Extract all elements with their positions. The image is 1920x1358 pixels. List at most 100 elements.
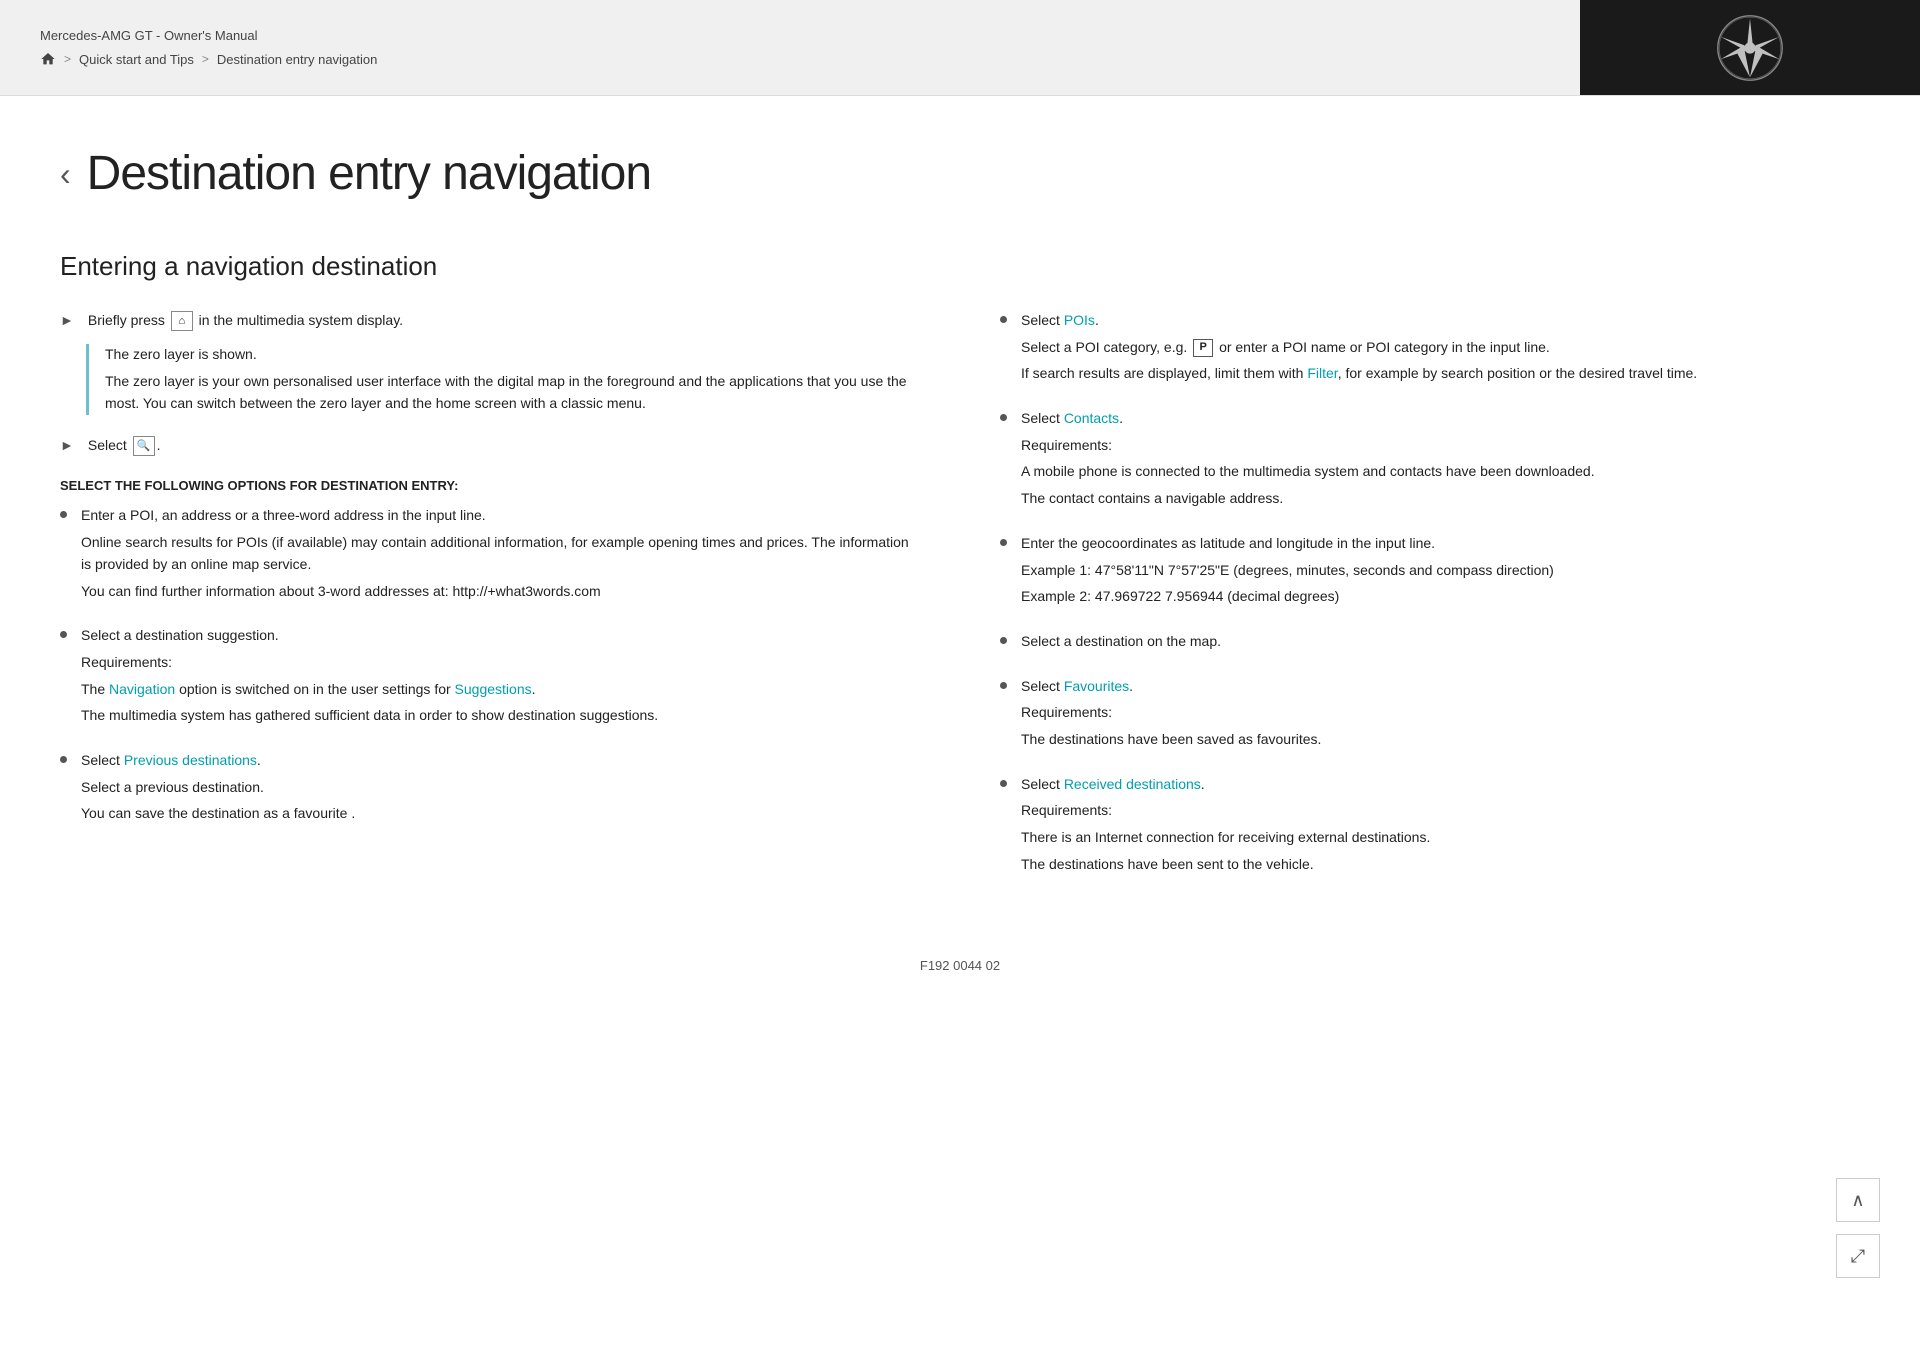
bullet-1-content: Enter a POI, an address or a three-word … [81,505,920,607]
right-bullet-dot-5 [1000,682,1007,689]
right-bullet3-sub2: Example 2: 47.969722 7.956944 (decimal d… [1021,586,1860,608]
footer-code: F192 0044 02 [920,958,1000,973]
breadcrumb-sep1: > [64,52,71,66]
logo-area [1580,0,1920,95]
step1-sub1: The zero layer is shown. [105,344,920,366]
right-bullet1-sub2-pre: If search results are displayed, limit t… [1021,365,1303,381]
bullet-dot-3 [60,756,67,763]
right-bullet2-req-label: Requirements: [1021,435,1860,457]
received-destinations-link[interactable]: Received destinations [1064,776,1201,792]
bullet-3-content: Select Previous destinations. Select a p… [81,750,920,830]
scroll-buttons: ∧ ⤢ [1836,1178,1880,1278]
bullet3-sub2: You can save the destination as a favour… [81,803,920,825]
right-bullet-list: Select POIs. Select a POI category, e.g.… [1000,310,1860,880]
right-bullet1-post: . [1095,312,1099,328]
bullet2-req2: The multimedia system has gathered suffi… [81,705,920,727]
step1-group: The zero layer is shown. The zero layer … [86,344,920,415]
right-bullet-3-content: Enter the geocoordinates as latitude and… [1021,533,1860,613]
right-bullet1-sub2: If search results are displayed, limit t… [1021,363,1860,385]
step1-sub2: The zero layer is your own personalised … [105,371,920,414]
bullet1-sub1: Online search results for POIs (if avail… [81,532,920,575]
right-bullet-dot-6 [1000,780,1007,787]
header: Mercedes-AMG GT - Owner's Manual > Quick… [0,0,1920,96]
right-column: Select POIs. Select a POI category, e.g.… [1000,310,1860,898]
breadcrumb: > Quick start and Tips > Destination ent… [40,51,1540,67]
navigation-link[interactable]: Navigation [109,681,175,697]
step2-content: Select 🔍. [88,435,920,463]
contacts-link[interactable]: Contacts [1064,410,1119,426]
bullet2-req1-end: . [532,681,536,697]
step1-content: Briefly press ⌂ in the multimedia system… [88,310,920,338]
right-bullet1-sub2-post: , for example by search position or the … [1338,365,1698,381]
home-icon[interactable] [40,51,56,67]
right-bullet4-main: Select a destination on the map. [1021,631,1860,653]
right-bullet1-main: Select POIs. [1021,310,1860,332]
suggestions-link[interactable]: Suggestions [455,681,532,697]
right-bullet-dot-2 [1000,414,1007,421]
right-bullet-item-5: Select Favourites. Requirements: The des… [1000,676,1860,756]
main-content: ‹ Destination entry navigation Entering … [0,96,1920,1093]
right-bullet2-req1: A mobile phone is connected to the multi… [1021,461,1860,483]
bullet-dot-1 [60,511,67,518]
breadcrumb-sep2: > [202,52,209,66]
step1-text-before: Briefly press [88,312,165,328]
bullet2-main: Select a destination suggestion. [81,625,920,647]
right-bullet1-sub1: Select a POI category, e.g. P or enter a… [1021,337,1860,359]
right-bullet-6-content: Select Received destinations. Requiremen… [1021,774,1860,881]
favourites-link[interactable]: Favourites [1064,678,1129,694]
left-column: ► Briefly press ⌂ in the multimedia syst… [60,310,920,898]
pois-link[interactable]: POIs [1064,312,1095,328]
step2-text: Select 🔍. [88,435,920,457]
page-title-row: ‹ Destination entry navigation [60,146,1860,201]
right-bullet1-sub1-pre: Select a POI category, e.g. [1021,339,1187,355]
expand-button[interactable]: ⤢ [1836,1234,1880,1278]
bullet-item-1: Enter a POI, an address or a three-word … [60,505,920,607]
back-arrow[interactable]: ‹ [60,158,71,190]
bullet1-sub2: You can find further information about 3… [81,581,920,603]
right-bullet2-pre: Select [1021,410,1060,426]
bullet2-req-label: Requirements: [81,652,920,674]
step2-text-label: Select [88,437,127,453]
scroll-up-button[interactable]: ∧ [1836,1178,1880,1222]
page-title: Destination entry navigation [87,146,651,201]
bullet3-main: Select Previous destinations. [81,750,920,772]
right-bullet5-main: Select Favourites. [1021,676,1860,698]
right-bullet5-post: . [1129,678,1133,694]
mercedes-logo [1715,13,1785,83]
breadcrumb-link-quickstart[interactable]: Quick start and Tips [79,52,194,67]
step1-arrow: ► [60,312,74,328]
bullet2-req1-pre: The [81,681,105,697]
right-bullet3-main: Enter the geocoordinates as latitude and… [1021,533,1860,555]
bullet-2-content: Select a destination suggestion. Require… [81,625,920,732]
right-bullet1-pre: Select [1021,312,1060,328]
filter-link[interactable]: Filter [1307,365,1337,381]
right-bullet-4-content: Select a destination on the map. [1021,631,1860,658]
section-heading: Entering a navigation destination [60,251,1860,282]
right-bullet6-post: . [1201,776,1205,792]
right-bullet5-req-label: Requirements: [1021,702,1860,724]
right-bullet6-req-label: Requirements: [1021,800,1860,822]
home-icon-inline: ⌂ [171,311,193,331]
right-bullet-1-content: Select POIs. Select a POI category, e.g.… [1021,310,1860,390]
right-bullet6-req2: The destinations have been sent to the v… [1021,854,1860,876]
right-bullet-item-2: Select Contacts. Requirements: A mobile … [1000,408,1860,515]
prev-destinations-link[interactable]: Previous destinations [124,752,257,768]
bullet3-main-pre: Select [81,752,120,768]
right-bullet6-pre: Select [1021,776,1060,792]
poi-box-icon: P [1193,339,1213,357]
two-column-layout: ► Briefly press ⌂ in the multimedia syst… [60,310,1860,898]
bullet3-main-post: . [257,752,261,768]
step2: ► Select 🔍. [60,435,920,463]
right-bullet5-req1: The destinations have been saved as favo… [1021,729,1860,751]
bullet2-req1: The Navigation option is switched on in … [81,679,920,701]
right-bullet-dot-4 [1000,637,1007,644]
right-bullet3-sub1: Example 1: 47°58'11"N 7°57'25"E (degrees… [1021,560,1860,582]
left-bullet-list: Enter a POI, an address or a three-word … [60,505,920,830]
bullet1-main: Enter a POI, an address or a three-word … [81,505,920,527]
right-bullet-item-1: Select POIs. Select a POI category, e.g.… [1000,310,1860,390]
bullet-item-2: Select a destination suggestion. Require… [60,625,920,732]
right-bullet-dot-1 [1000,316,1007,323]
step1: ► Briefly press ⌂ in the multimedia syst… [60,310,920,338]
right-bullet6-req1: There is an Internet connection for rece… [1021,827,1860,849]
right-bullet-dot-3 [1000,539,1007,546]
